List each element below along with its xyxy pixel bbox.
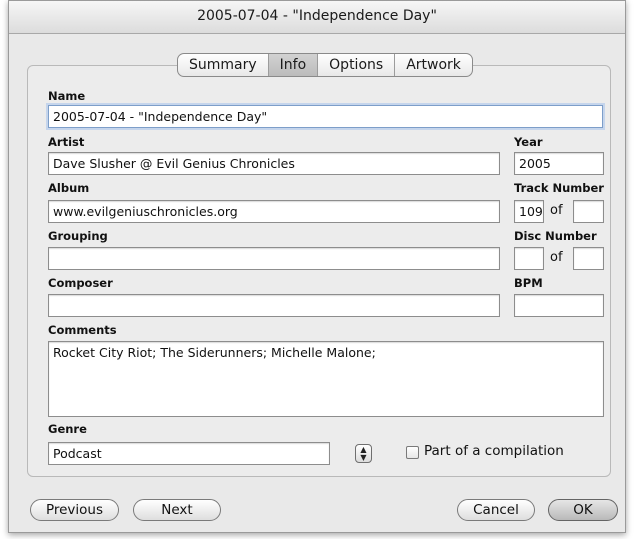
chevron-down-icon: ▼ [360,453,367,462]
next-button[interactable]: Next [133,499,221,521]
disc-number-label: Disc Number [514,229,597,243]
grouping-field[interactable] [48,247,500,270]
composer-field[interactable] [48,294,500,317]
composer-label: Composer [48,276,113,290]
comments-label: Comments [48,323,117,337]
cancel-button[interactable]: Cancel [457,499,535,521]
album-label: Album [48,181,90,195]
genre-label: Genre [48,422,87,436]
compilation-checkbox[interactable] [406,446,419,459]
year-label: Year [514,135,543,149]
track-number-field[interactable]: 109 [514,200,544,223]
artist-label: Artist [48,135,85,149]
genre-popup-stepper[interactable]: ▲ ▼ [355,444,372,463]
tab-options[interactable]: Options [318,54,396,76]
bpm-label: BPM [514,276,543,290]
album-field[interactable]: www.evilgeniuschronicles.org [48,200,500,223]
year-field[interactable]: 2005 [514,152,604,175]
artist-field[interactable]: Dave Slusher @ Evil Genius Chronicles [48,152,500,175]
track-total-field[interactable] [573,200,604,223]
track-of-label: of [550,203,563,218]
disc-of-label: of [550,250,563,265]
disc-total-field[interactable] [573,247,604,270]
previous-button[interactable]: Previous [30,499,119,521]
tab-summary[interactable]: Summary [178,54,269,76]
track-number-label: Track Number [514,181,604,195]
disc-number-field[interactable] [514,247,544,270]
bpm-field[interactable] [514,294,604,317]
grouping-label: Grouping [48,229,108,243]
tab-info[interactable]: Info [268,54,319,76]
genre-field[interactable]: Podcast [48,442,330,465]
tab-bar: Summary Info Options Artwork [177,53,473,77]
name-label: Name [48,89,86,103]
comments-field[interactable]: Rocket City Riot; The Siderunners; Miche… [48,341,604,417]
tab-artwork[interactable]: Artwork [395,54,472,76]
name-field[interactable]: 2005-07-04 - "Independence Day" [48,105,603,128]
ok-button[interactable]: OK [548,499,618,521]
get-info-window: 2005-07-04 - "Independence Day" Summary … [8,0,626,533]
compilation-label: Part of a compilation [424,443,564,459]
window-title: 2005-07-04 - "Independence Day" [9,1,625,34]
